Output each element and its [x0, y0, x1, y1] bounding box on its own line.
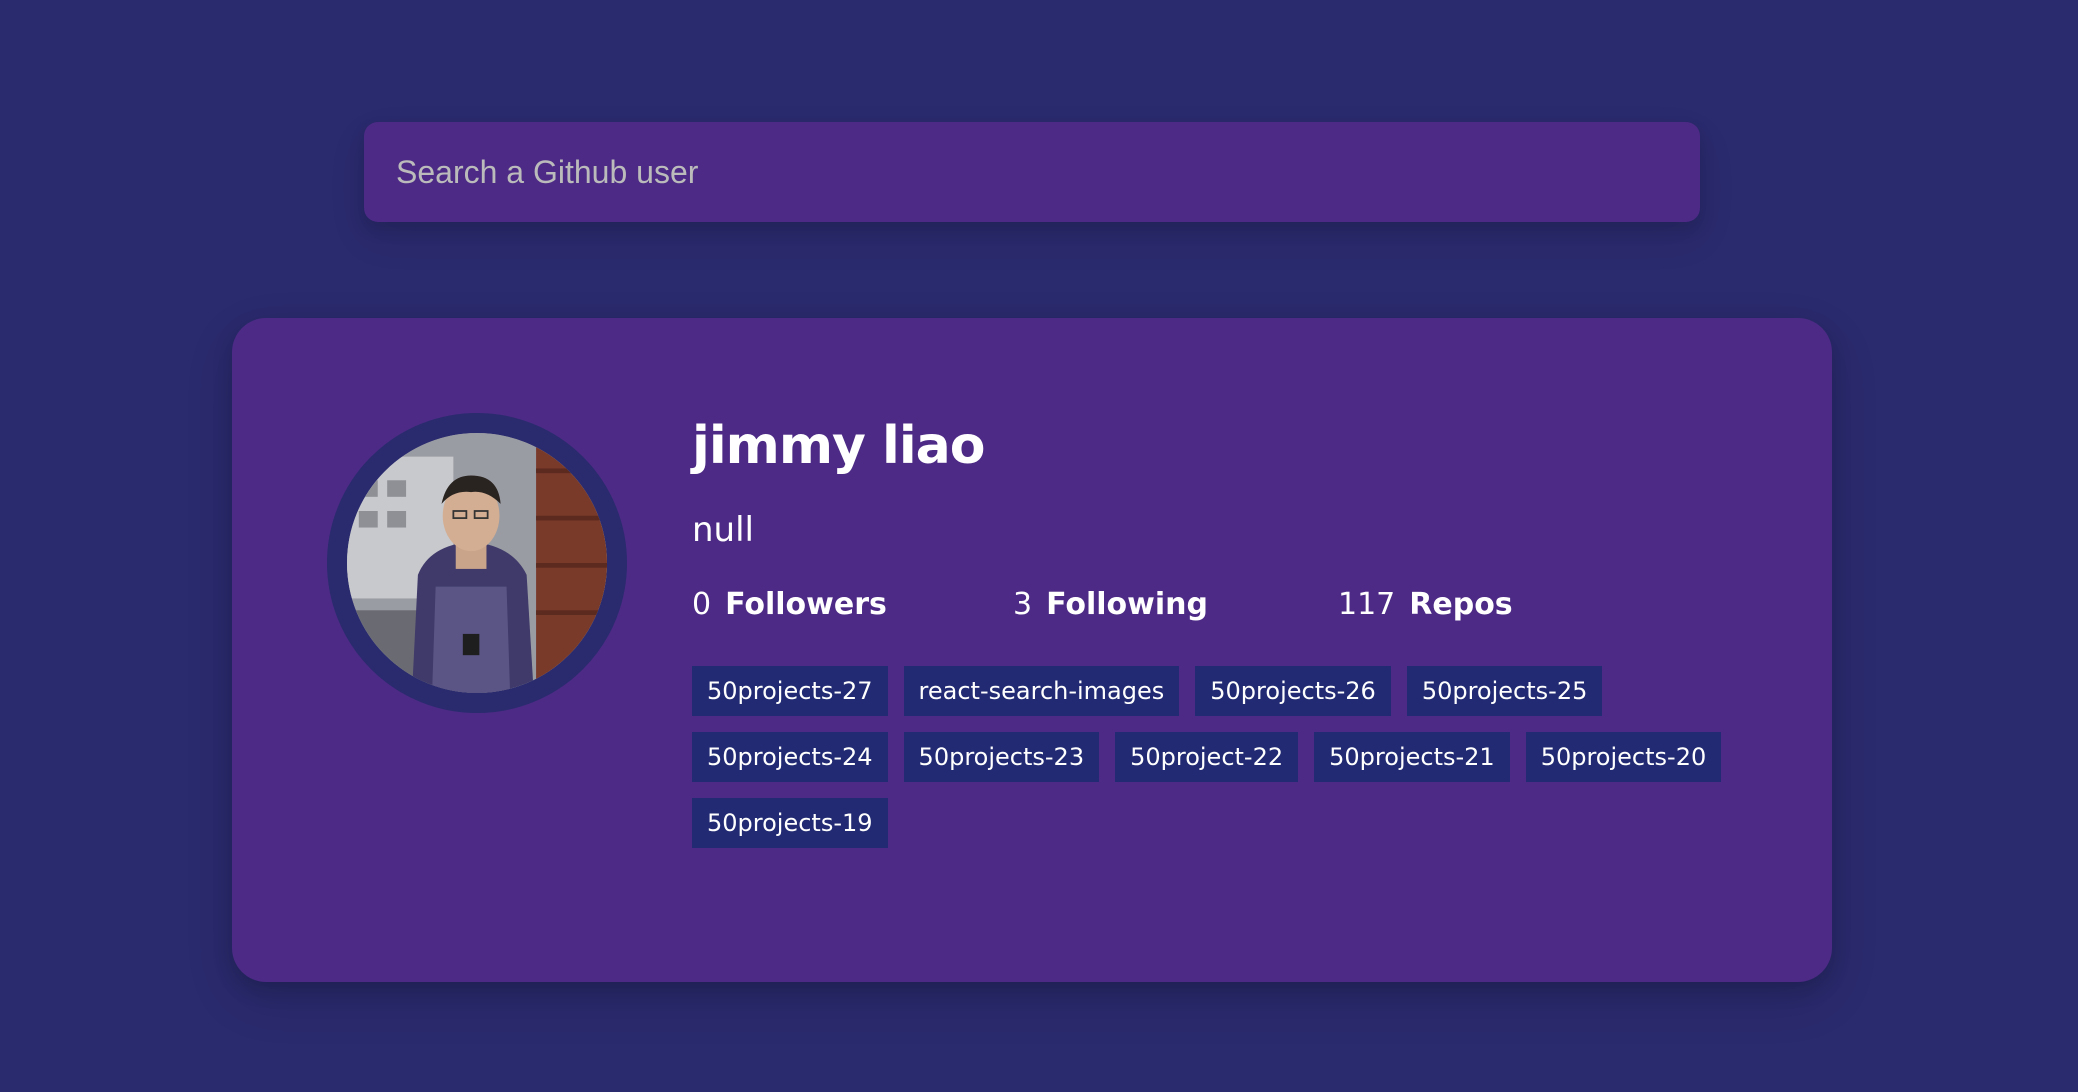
repo-list: 50projects-27 react-search-images 50proj…: [692, 666, 1752, 848]
search-form: [364, 122, 1700, 222]
following-count: 3: [1013, 586, 1033, 622]
repo-link[interactable]: 50projects-24: [692, 732, 888, 782]
repos-count: 117: [1338, 586, 1396, 622]
repo-link[interactable]: react-search-images: [903, 666, 1180, 716]
followers-label: Followers: [725, 586, 887, 622]
repo-link[interactable]: 50project-22: [1115, 732, 1299, 782]
followers-count: 0: [692, 586, 712, 622]
repo-link[interactable]: 50projects-20: [1525, 732, 1722, 782]
avatar: [327, 413, 627, 713]
search-input[interactable]: [364, 122, 1700, 222]
repo-link[interactable]: 50projects-27: [692, 666, 888, 716]
repo-link[interactable]: 50projects-25: [1406, 666, 1603, 716]
user-info: jimmy liao null 0 Followers 3 Following …: [692, 414, 1772, 848]
repos-stat: 117 Repos: [1338, 587, 1513, 622]
following-label: Following: [1046, 586, 1208, 622]
repo-link[interactable]: 50projects-19: [692, 798, 888, 848]
repo-link[interactable]: 50projects-21: [1314, 732, 1510, 782]
following-stat: 3 Following: [1013, 587, 1338, 622]
user-bio: null: [692, 510, 754, 550]
repo-link[interactable]: 50projects-23: [903, 732, 1100, 782]
followers-stat: 0 Followers: [692, 587, 1013, 622]
repos-label: Repos: [1409, 586, 1513, 622]
avatar-photo: [347, 433, 607, 693]
user-name: jimmy liao: [692, 416, 985, 476]
repo-link[interactable]: 50projects-26: [1195, 666, 1391, 716]
user-stats: 0 Followers 3 Following 117 Repos: [692, 582, 1772, 626]
user-card: jimmy liao null 0 Followers 3 Following …: [232, 318, 1832, 982]
